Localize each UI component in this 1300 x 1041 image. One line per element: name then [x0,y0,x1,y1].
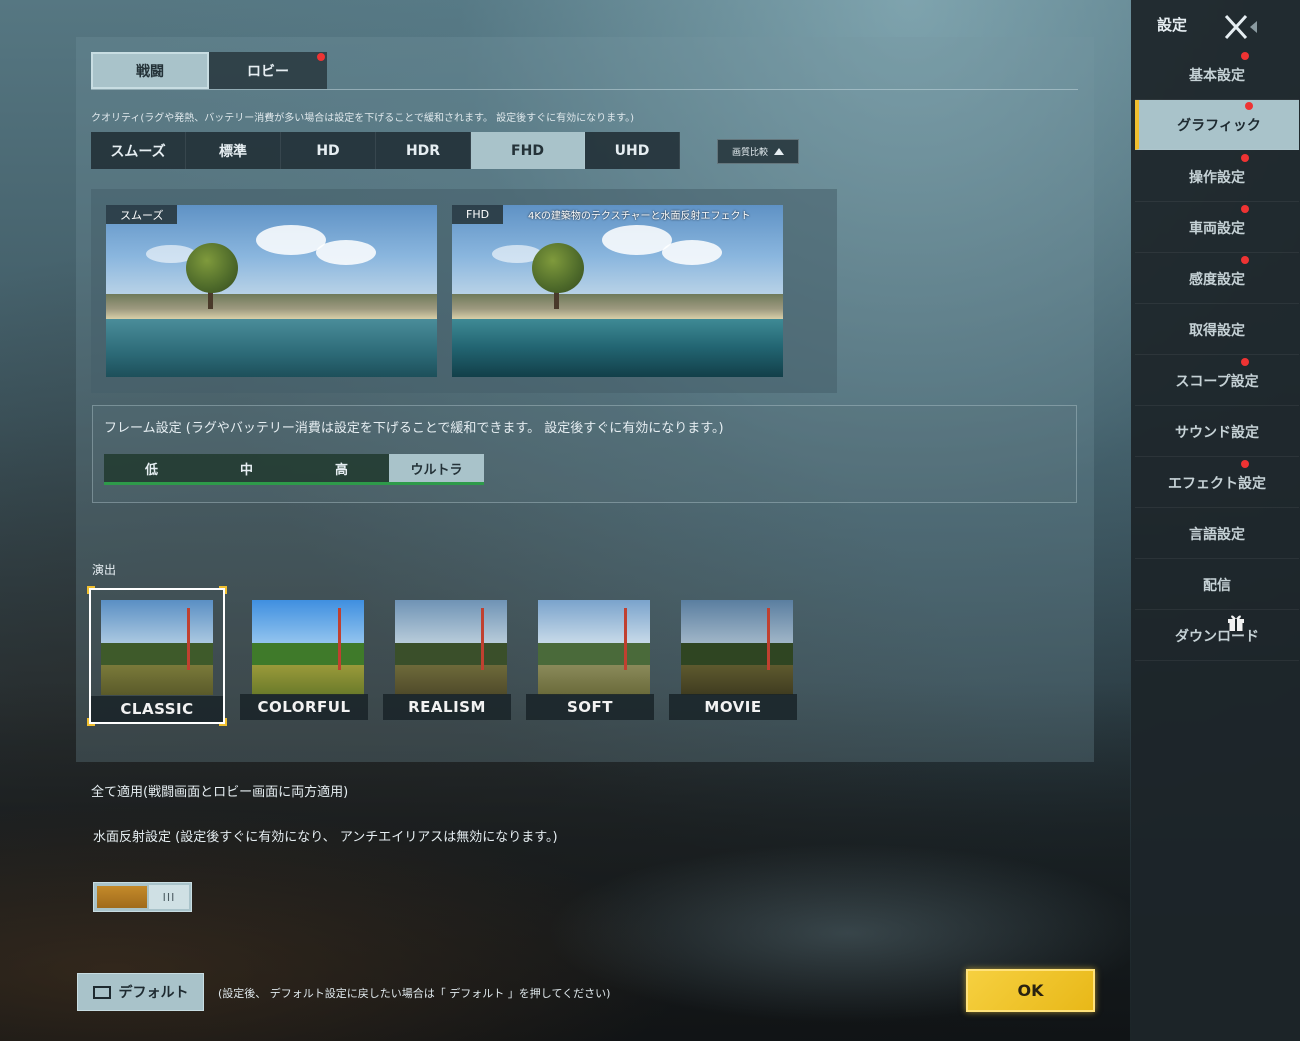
notification-dot [1241,460,1249,468]
notification-dot [1245,102,1253,110]
sidebar-item-download[interactable]: ダウンロード [1135,611,1299,661]
default-note: (設定後、 デフォルト設定に戻したい場合は「 デフォルト 」を押してください) [218,987,611,1000]
water-reflection-toggle[interactable]: III [93,882,192,912]
frame-note: フレーム設定 (ラグやバッテリー消費は設定を下げることで緩和できます。 設定後す… [104,421,724,436]
style-thumbnail [538,600,650,695]
style-thumbnail [395,600,507,695]
notification-dot [1241,154,1249,162]
preview-image-fhd: FHD 4Kの建築物のテクスチャーと水面反射エフェクト [452,205,783,377]
style-option-colorful[interactable]: COLORFUL [240,588,368,720]
notification-dot [1241,358,1249,366]
preview-label-fhd: FHD [452,205,504,224]
sidebar-item-vehicle[interactable]: 車両設定 [1135,203,1299,253]
notification-dot [1241,256,1249,264]
water-reflection-note: 水面反射設定 (設定後すぐに有効になり、 アンチエイリアスは無効になります。) [93,830,558,845]
close-icon[interactable] [1222,12,1258,42]
tab-lobby[interactable]: ロビー [209,52,327,89]
sidebar-item-graphics[interactable]: グラフィック [1135,100,1299,150]
preview-label-smooth: スムーズ [106,205,178,224]
divider [91,89,1078,90]
notification-dot [1241,205,1249,213]
ok-button[interactable]: OK [966,969,1095,1012]
sidebar-title: 設定 [1157,16,1188,34]
preview-description: 4Kの建築物のテクスチャーと水面反射エフェクト [528,211,751,222]
style-option-classic[interactable]: CLASSIC [87,586,227,726]
tab-battle[interactable]: 戦闘 [91,52,209,89]
preview-image-smooth: スムーズ [106,205,437,377]
quality-option-smooth[interactable]: スムーズ [91,132,186,169]
quality-option-standard[interactable]: 標準 [186,132,281,169]
quality-compare-button[interactable]: 画質比較 [717,139,799,164]
style-option-soft[interactable]: SOFT [526,588,654,720]
frame-option-low[interactable]: 低 [104,454,199,482]
quality-selector: スムーズ 標準 HD HDR FHD UHD [91,132,680,169]
toggle-fill [97,886,147,908]
frame-selector: 低 中 高 ウルトラ [104,454,484,485]
sidebar-item-streaming[interactable]: 配信 [1135,560,1299,610]
reset-icon [92,985,111,999]
quality-option-uhd[interactable]: UHD [585,132,680,169]
frame-option-ultra[interactable]: ウルトラ [389,454,484,482]
style-thumbnail [101,600,213,695]
sidebar-item-sound[interactable]: サウンド設定 [1135,407,1299,457]
mode-tabs: 戦闘 ロビー [91,52,327,89]
style-thumbnail [252,600,364,695]
triangle-up-icon [774,148,784,155]
apply-all-option[interactable]: 全て適用(戦闘画面とロビー画面に両方適用) [91,781,348,800]
frame-option-medium[interactable]: 中 [199,454,294,482]
frame-option-high[interactable]: 高 [294,454,389,482]
sidebar-item-scope[interactable]: スコープ設定 [1135,356,1299,406]
style-option-movie[interactable]: MOVIE [669,588,797,720]
style-option-realism[interactable]: REALISM [383,588,511,720]
quality-option-fhd[interactable]: FHD [471,132,585,169]
quality-option-hdr[interactable]: HDR [376,132,471,169]
sidebar-item-language[interactable]: 言語設定 [1135,509,1299,559]
gift-icon [1228,615,1244,631]
sidebar-item-pickup[interactable]: 取得設定 [1135,305,1299,355]
sidebar-item-basic[interactable]: 基本設定 [1135,50,1299,100]
default-button[interactable]: デフォルト [77,973,204,1011]
style-thumbnail [681,600,793,695]
sidebar-item-effects[interactable]: エフェクト設定 [1135,458,1299,508]
style-selector: CLASSIC COLORFUL REALISM SOFT MOVIE [87,586,812,726]
sidebar-item-controls[interactable]: 操作設定 [1135,152,1299,202]
quality-note: クオリティ(ラグや発熱、バッテリー消費が多い場合は設定を下げることで緩和されます… [91,113,635,124]
sidebar-item-sensitivity[interactable]: 感度設定 [1135,254,1299,304]
style-title: 演出 [92,563,117,577]
quality-preview: スムーズ FHD 4Kの建築物のテクスチャーと水面反射エフェクト [91,189,837,393]
notification-dot [317,53,325,61]
notification-dot [1241,52,1249,60]
toggle-knob[interactable]: III [149,885,189,909]
quality-option-hd[interactable]: HD [281,132,376,169]
